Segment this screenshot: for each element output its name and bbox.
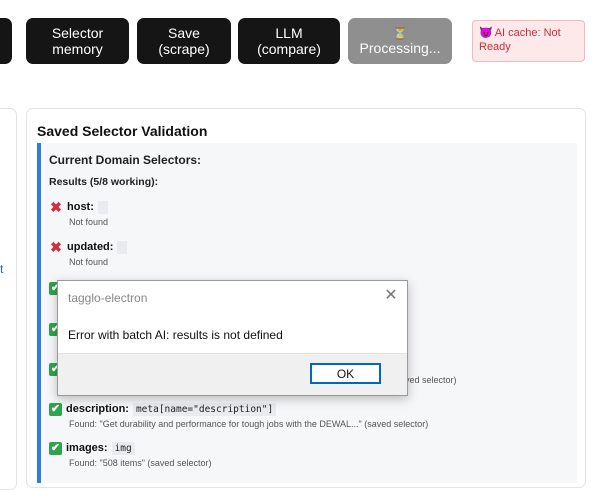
left-panel-link-fragment[interactable]: t xyxy=(0,262,3,276)
selector-result: Found: "Get durability and performance f… xyxy=(69,419,429,429)
selector-value: meta[name="description"] xyxy=(132,402,277,416)
llm-compare-button[interactable]: LLM (compare) xyxy=(238,18,340,64)
selector-memory-label-1: Selector xyxy=(51,25,104,41)
ai-cache-status-badge: 😈 AI cache: Not Ready xyxy=(472,20,585,62)
ok-button[interactable]: OK xyxy=(310,363,381,384)
selector-key: host: xyxy=(67,201,94,213)
hourglass-icon: ⏳ xyxy=(392,25,408,40)
panel-title: Saved Selector Validation xyxy=(37,123,208,139)
processing-button[interactable]: ⏳ Processing... xyxy=(348,18,452,64)
selector-key: description: xyxy=(66,403,129,415)
selector-item-description: ✔ description: meta[name="description"] … xyxy=(49,401,428,429)
left-panel xyxy=(0,108,17,490)
inner-title: Current Domain Selectors: xyxy=(49,153,202,167)
check-icon: ✔ xyxy=(49,441,62,455)
llm-label-2: (compare) xyxy=(257,41,321,57)
fail-x-icon: ✖ xyxy=(50,199,62,215)
close-icon[interactable]: ✕ xyxy=(384,287,398,305)
fail-x-icon: ✖ xyxy=(50,239,62,255)
selector-key: images: xyxy=(66,442,108,454)
selector-value: img xyxy=(111,441,135,455)
selector-result-peek: ved selector) xyxy=(405,375,457,385)
devil-icon: 😈 xyxy=(479,27,493,39)
error-dialog: tagglo-electron ✕ Error with batch AI: r… xyxy=(57,280,408,396)
selector-value xyxy=(97,200,108,214)
selector-item-images: ✔ images: img Found: "508 items" (saved … xyxy=(49,440,211,468)
selector-result: Not found xyxy=(69,217,109,227)
check-icon: ✔ xyxy=(49,402,62,416)
toolbar-button-cut[interactable] xyxy=(0,18,12,64)
llm-label-1: LLM xyxy=(275,25,303,41)
selector-memory-button[interactable]: Selector memory xyxy=(26,18,129,64)
save-scrape-button[interactable]: Save (scrape) xyxy=(137,18,231,64)
dialog-footer: OK xyxy=(58,353,407,395)
selector-key: updated: xyxy=(67,241,114,253)
selector-item-updated: ✖ updated: Not found xyxy=(49,239,128,267)
processing-label: Processing... xyxy=(359,39,441,56)
selector-result: Not found xyxy=(69,257,109,267)
dialog-title: tagglo-electron xyxy=(68,291,148,305)
selector-value xyxy=(117,240,128,254)
selector-item-host: ✖ host: Not found xyxy=(49,199,108,227)
results-summary: Results (5/8 working): xyxy=(49,176,159,188)
save-label-1: Save xyxy=(168,25,200,41)
selector-memory-label-2: memory xyxy=(52,41,103,57)
save-label-2: (scrape) xyxy=(158,41,210,57)
dialog-message: Error with batch AI: results is not defi… xyxy=(68,328,283,342)
